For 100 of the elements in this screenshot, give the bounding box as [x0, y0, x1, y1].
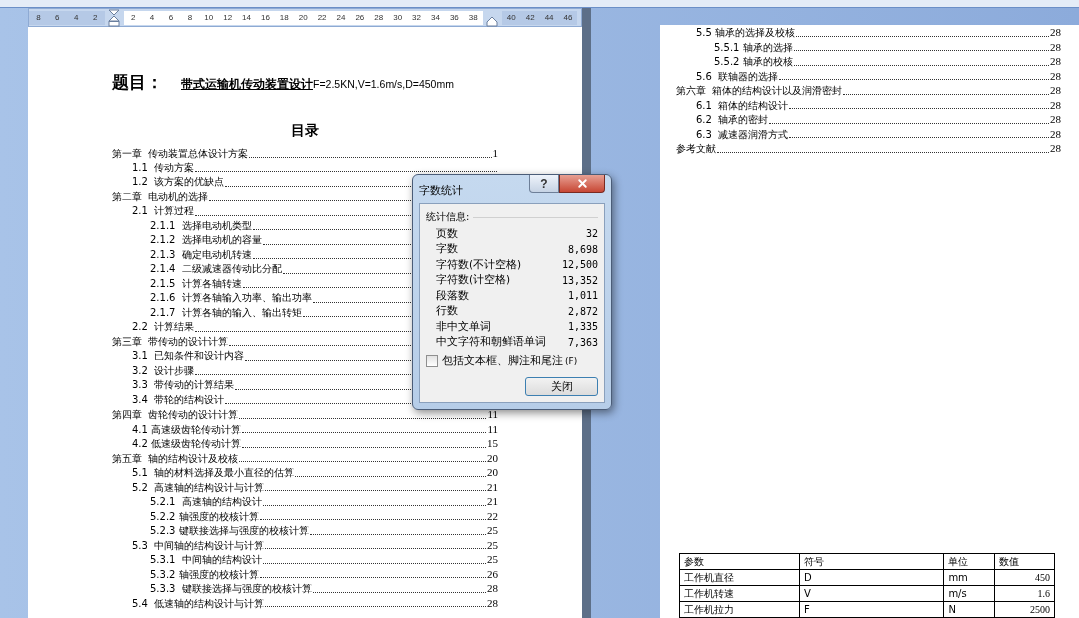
toc-entry: 2.1.1 选择电动机类型 — [150, 218, 252, 233]
table-cell: 工作机拉力 — [679, 601, 800, 618]
ruler-number: 18 — [278, 13, 290, 22]
page-number: 20 — [487, 465, 498, 480]
page-number: 28 — [1050, 126, 1061, 141]
page-number: 25 — [487, 537, 498, 552]
checkbox-label[interactable]: 包括文本框、脚注和尾注 (F) — [442, 354, 578, 368]
stat-value: 32 — [585, 228, 598, 240]
ruler-number: 2 — [129, 13, 137, 22]
ruler-number: 4 — [148, 13, 156, 22]
stat-label: 非中文单词 — [436, 319, 491, 334]
ruler[interactable]: 8 6 4 2 2 4 6 8 10 12 14 16 18 20 22 24 26 28 30 32 34 36 38 40 42 44 46 — [28, 8, 582, 27]
toc-entry: 1.2 该方案的优缺点 — [132, 175, 225, 189]
ruler-number: 32 — [411, 13, 422, 22]
stat-value: 8,698 — [567, 243, 598, 255]
stat-value: 13,352 — [561, 274, 598, 286]
toc-entry: 5.5.1 轴承的选择 — [714, 40, 793, 55]
page-number: 25 — [487, 523, 498, 538]
table-header: 参数 — [679, 553, 800, 570]
toc-entry: 4.2 低速级齿轮传动计算 — [132, 437, 242, 451]
page-number: 28 — [487, 595, 498, 610]
ruler-number: 4 — [73, 13, 80, 22]
page-number: 1 — [492, 146, 498, 161]
page-number: 25 — [487, 552, 498, 567]
toc-entry: 3.1 已知条件和设计内容 — [132, 349, 245, 363]
ruler-number: 20 — [297, 13, 309, 22]
ruler-number: 34 — [430, 13, 441, 22]
toc-entry: 2.1.5 计算各轴转速 — [150, 276, 242, 291]
toc-entry: 5.5 轴承的选择及校核 — [696, 26, 796, 40]
ruler-number: 36 — [448, 13, 460, 22]
toc-entry: 5.6 联轴器的选择 — [696, 69, 779, 84]
toc-entry: 2.1 计算过程 — [132, 204, 195, 218]
table-cell: 450 — [994, 569, 1055, 586]
group-label: 统计信息: — [426, 210, 470, 224]
toc-entry: 5.2.3 键联接选择与强度的校核计算 — [150, 524, 309, 538]
page-number: 21 — [487, 494, 498, 509]
ruler-number: 10 — [203, 13, 215, 22]
stat-value: 7,363 — [567, 336, 598, 348]
table-header: 数值 — [994, 553, 1055, 570]
toc-entry: 6.1 箱体的结构设计 — [696, 98, 789, 113]
table-header: 符号 — [799, 553, 944, 570]
stat-label: 字数 — [436, 242, 458, 257]
toc-entry: 5.2 高速轴的结构设计与计算 — [132, 480, 265, 495]
table-cell: 2500 — [994, 601, 1055, 618]
stat-label: 行数 — [436, 304, 458, 319]
stat-value: 12,500 — [561, 259, 598, 271]
toc-entry: 5.2.1 高速轴的结构设计 — [150, 495, 262, 509]
toc-entry: 2.1.2 选择电动机的容量 — [150, 233, 262, 247]
toc-entry: 3.2 设计步骤 — [132, 363, 195, 378]
toc-entry: 5.1 轴的材料选择及最小直径的估算 — [132, 466, 295, 480]
stat-label: 页数 — [436, 226, 458, 241]
page-number: 28 — [1050, 39, 1061, 54]
page-number: 28 — [1050, 97, 1061, 112]
subject-parameters: F=2.5KN,V=1.6m/s,D=450mm — [313, 78, 454, 90]
table-cell: 工作机转速 — [679, 585, 800, 602]
toc-entry: 参考文献 — [676, 142, 716, 156]
subject-title: 带式运输机传动装置设计 — [181, 76, 313, 93]
ruler-number: 42 — [524, 13, 536, 22]
ruler-number: 40 — [505, 13, 517, 22]
table-cell: N — [943, 601, 995, 618]
ruler-number: 12 — [222, 13, 234, 22]
ruler-number: 14 — [241, 13, 252, 22]
toc-entry: 第二章 电动机的选择 — [112, 189, 209, 204]
help-button[interactable]: ? — [529, 175, 559, 193]
ruler-number: 44 — [543, 13, 555, 22]
close-icon — [575, 177, 589, 190]
stat-label: 中文字符和朝鲜语单词 — [436, 335, 546, 350]
toc-entry: 5.3.2 轴强度的校核计算 — [150, 567, 259, 582]
stat-label: 段落数 — [436, 288, 469, 303]
ruler-number: 46 — [562, 13, 574, 22]
toc-entry: 5.3.3 键联接选择与强度的校核计算 — [150, 582, 312, 596]
table-cell: 工作机直径 — [679, 569, 800, 586]
toc-entry: 第五章 轴的结构设计及校核 — [112, 451, 239, 466]
close-button[interactable] — [559, 175, 605, 193]
table-cell: m/s — [943, 585, 995, 602]
page-number: 26 — [487, 566, 498, 581]
page-number: 20 — [487, 450, 498, 465]
ruler-number: 38 — [467, 13, 479, 22]
page-number: 11 — [487, 421, 498, 436]
ruler-number: 22 — [316, 13, 328, 22]
toc-entry: 3.3 带传动的计算结果 — [132, 378, 235, 392]
indent-marker-icon[interactable] — [108, 8, 121, 27]
toc-entry: 5.3.1 中间轴的结构设计 — [150, 553, 262, 567]
page-number: 28 — [487, 581, 498, 596]
toc-entry: 第四章 齿轮传动的设计计算 — [112, 408, 239, 422]
table-cell: mm — [943, 569, 995, 586]
table-header: 单位 — [943, 553, 995, 570]
toc-entry: 2.1.4 二级减速器传动比分配 — [150, 262, 282, 276]
toc-entry: 5.4 低速轴的结构设计与计算 — [132, 596, 265, 611]
dialog-title: 字数统计 — [419, 183, 463, 198]
ruler-number: 2 — [91, 13, 99, 22]
page-number: 28 — [1050, 83, 1061, 98]
stat-value: 1,335 — [567, 321, 598, 333]
subject-label: 题目： — [112, 71, 163, 94]
stat-label: 字符数(不计空格) — [436, 257, 522, 272]
close-dialog-button[interactable]: 关闭 — [525, 377, 598, 396]
page-number: 28 — [1050, 141, 1061, 156]
ruler-number: 8 — [35, 13, 42, 22]
checkbox[interactable] — [426, 355, 438, 367]
stat-value: 2,872 — [567, 305, 598, 317]
